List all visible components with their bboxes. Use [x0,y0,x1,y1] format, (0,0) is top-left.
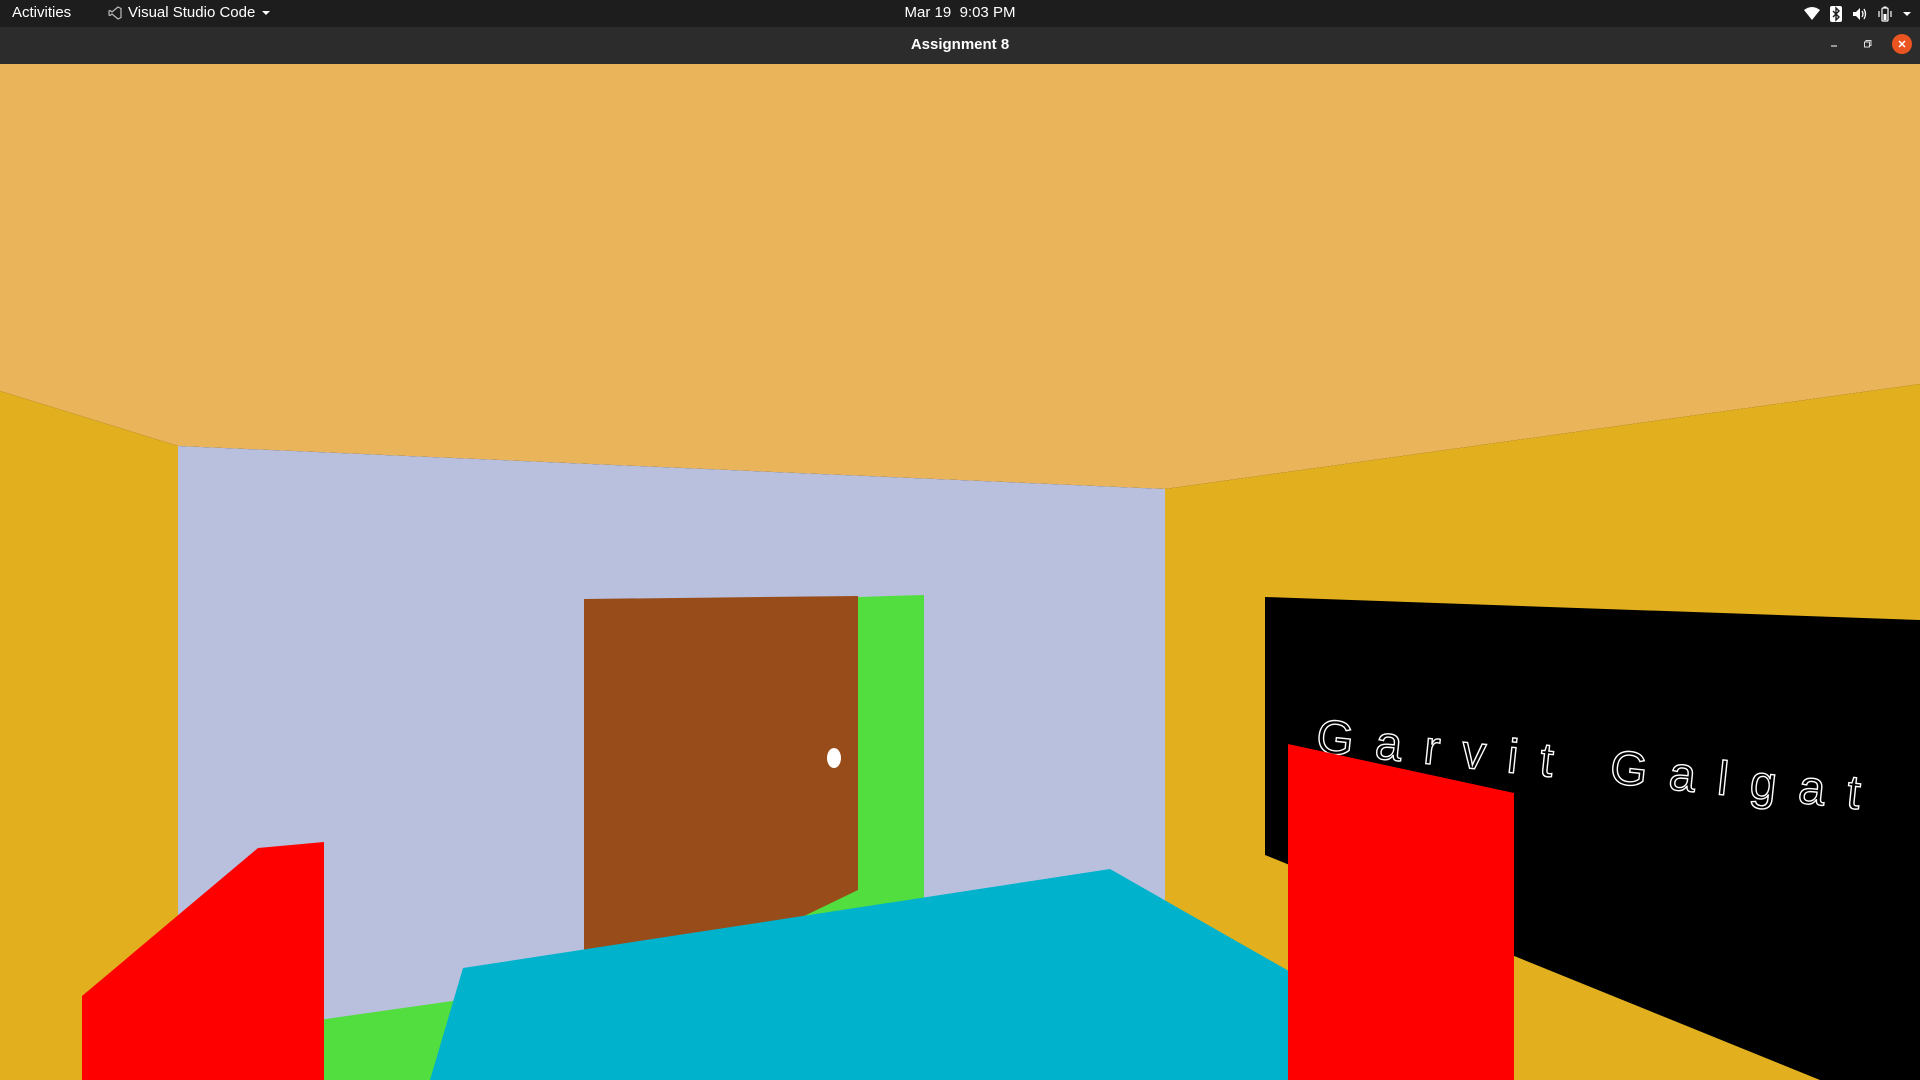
system-tray[interactable] [1804,2,1912,25]
wifi-icon [1804,6,1820,20]
window-controls [1824,34,1912,54]
minimize-icon [1831,45,1837,47]
clock-time: 9:03 PM [959,4,1016,21]
close-button[interactable] [1892,34,1912,54]
volume-icon [1853,7,1867,20]
window-titlebar[interactable]: Assignment 8 [0,27,1920,65]
system-menu-arrow-icon [1903,11,1911,16]
door [584,596,858,950]
chair-right [1288,744,1514,1080]
minimize-button[interactable] [1824,34,1844,54]
opengl-scene-canvas[interactable]: Garvit Galgat [0,64,1920,1080]
door-knob [827,748,841,768]
clock-date: Mar 19 [904,4,952,21]
clock[interactable]: Mar 19 9:03 PM [0,4,1920,21]
close-icon [1898,40,1906,48]
maximize-icon [1864,40,1872,48]
window-title: Assignment 8 [910,36,1010,53]
battery-icon [1878,6,1892,22]
maximize-button[interactable] [1858,34,1878,54]
bluetooth-icon [1830,5,1842,22]
top-panel: Activities Visual Studio Code Mar 19 9:0… [0,0,1920,27]
doorway-opening [858,595,924,906]
